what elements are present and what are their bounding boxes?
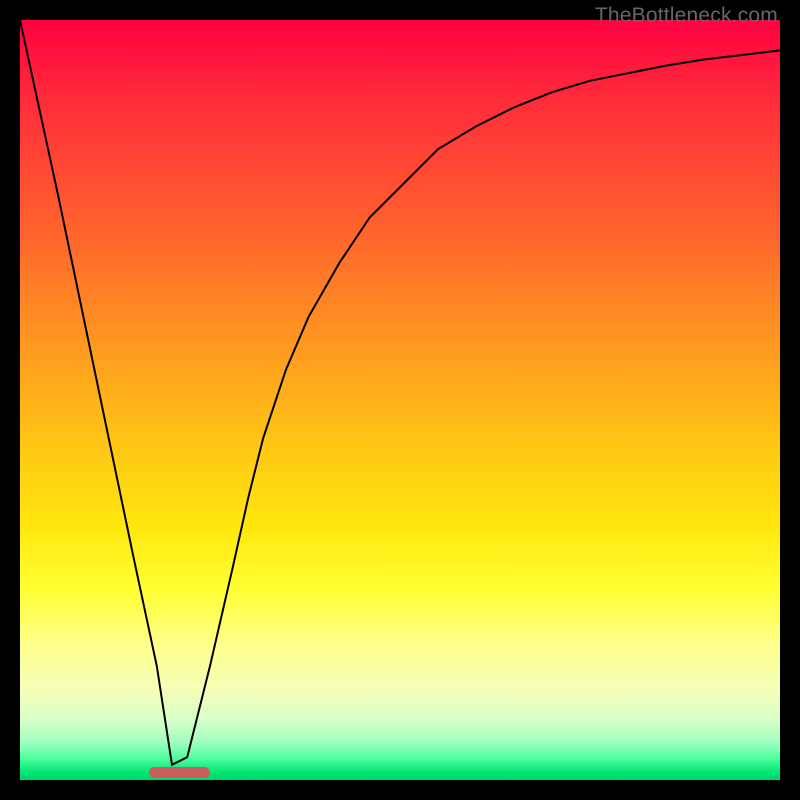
chart-frame: TheBottleneck.com	[0, 0, 800, 800]
chart-curve-layer	[20, 20, 780, 780]
chart-plot-area	[20, 20, 780, 780]
bottleneck-curve	[20, 20, 780, 765]
watermark-text: TheBottleneck.com	[595, 4, 778, 28]
optimum-marker	[149, 767, 210, 778]
